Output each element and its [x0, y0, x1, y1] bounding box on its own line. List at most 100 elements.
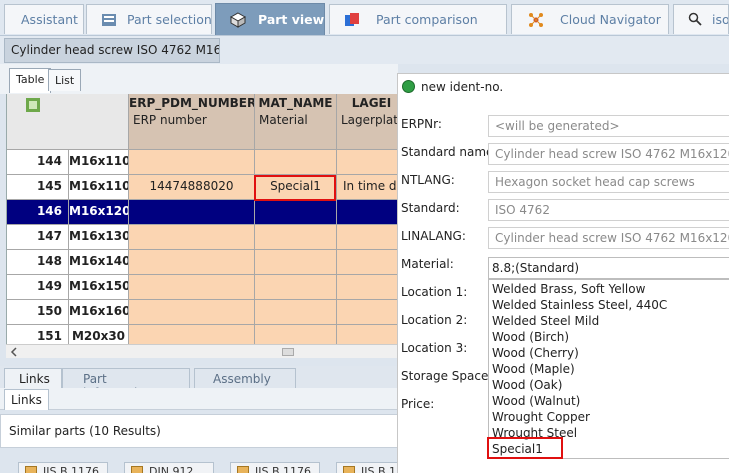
chip-label: DIN 912	[149, 465, 194, 473]
similar-part-chip[interactable]: DIN 912	[124, 462, 214, 473]
field-label: NTLANG:	[401, 173, 455, 187]
cell-material[interactable]	[255, 225, 337, 250]
cell-lagerplatz[interactable]: In time de	[337, 175, 398, 200]
cell-lagerplatz[interactable]	[337, 325, 398, 344]
dropdown-option[interactable]: Wood (Maple)	[492, 362, 575, 376]
search-icon	[688, 12, 704, 28]
cell-lagerplatz[interactable]	[337, 150, 398, 175]
row-size[interactable]: M20x30	[69, 325, 129, 344]
row-number[interactable]: 148	[7, 250, 69, 275]
row-size[interactable]: M16x110	[69, 150, 129, 175]
tab-label: iso	[712, 12, 729, 27]
column-key: MAT_NAME	[258, 96, 333, 110]
field-label: Location 2:	[401, 313, 468, 327]
field-label: Storage Space:	[401, 369, 493, 383]
tab-table-view[interactable]: Table	[9, 68, 52, 93]
highlight-material-cell	[254, 175, 336, 201]
tab-links[interactable]: Links	[4, 368, 62, 388]
cell-material[interactable]	[255, 200, 337, 225]
cell-lagerplatz[interactable]	[337, 275, 398, 300]
cell-lagerplatz[interactable]	[337, 300, 398, 325]
column-description: Material	[259, 113, 308, 127]
field-value-readonly[interactable]: Cylinder head screw ISO 4762 M16x120	[488, 143, 729, 165]
new-ident-title: new ident-no.	[421, 80, 504, 94]
row-number[interactable]: 144	[7, 150, 69, 175]
cell-material[interactable]	[255, 250, 337, 275]
tab-part-view[interactable]: Part view	[215, 3, 325, 35]
dropdown-option[interactable]: Wood (Cherry)	[492, 346, 579, 360]
cell-lagerplatz[interactable]	[337, 250, 398, 275]
field-value-readonly[interactable]: Hexagon socket head cap screws	[488, 171, 729, 193]
dropdown-option[interactable]: Wood (Walnut)	[492, 394, 580, 408]
row-size[interactable]: M16x110	[69, 175, 129, 200]
material-select[interactable]: 8.8;(Standard)	[488, 257, 729, 279]
row-number[interactable]: 145	[7, 175, 69, 200]
cell-lagerplatz[interactable]	[337, 225, 398, 250]
column-header-lagei[interactable]: LAGEI Lagerplatz	[337, 94, 398, 150]
similar-parts-header[interactable]: Similar parts (10 Results)	[0, 414, 398, 448]
dropdown-option[interactable]: Wood (Oak)	[492, 378, 562, 392]
dropdown-option[interactable]: Wrought Copper	[492, 410, 590, 424]
row-size[interactable]: M16x120	[69, 200, 129, 225]
cell-erp-number[interactable]	[129, 325, 255, 344]
field-label: Price:	[401, 397, 435, 411]
cell-material[interactable]	[255, 300, 337, 325]
part-icon	[237, 466, 249, 473]
row-number[interactable]: 151	[7, 325, 69, 344]
cell-erp-number[interactable]	[129, 150, 255, 175]
tab-links-sub[interactable]: Links	[4, 389, 49, 410]
part-view-icon	[229, 12, 247, 28]
row-number[interactable]: 150	[7, 300, 69, 325]
tab-label: Cloud Navigator	[560, 12, 661, 27]
cell-erp-number[interactable]	[129, 300, 255, 325]
row-size[interactable]: M16x150	[69, 275, 129, 300]
tab-label: Part selection	[127, 12, 212, 27]
horizontal-scrollbar[interactable]	[6, 344, 398, 358]
tab-search-iso[interactable]: iso	[673, 4, 729, 34]
row-size[interactable]: M16x140	[69, 250, 129, 275]
column-key: LAGEI	[351, 96, 392, 110]
cell-erp-number[interactable]	[129, 250, 255, 275]
grid-settings-icon[interactable]	[25, 97, 41, 113]
column-header-mat_name[interactable]: MAT_NAME Material	[255, 94, 337, 150]
cell-material[interactable]	[255, 275, 337, 300]
main-tab-bar: Assistant Part selection Part view Part …	[0, 0, 729, 36]
row-number[interactable]: 147	[7, 225, 69, 250]
dropdown-option[interactable]: Welded Stainless Steel, 440C	[492, 298, 667, 312]
tab-part-comparison[interactable]: Part comparison	[329, 4, 507, 34]
chip-label: JIS B 1176	[255, 465, 312, 473]
tab-part-information[interactable]: Part information	[62, 368, 190, 400]
dropdown-option[interactable]: Wood (Birch)	[492, 330, 569, 344]
scroll-left-icon[interactable]	[9, 346, 19, 358]
column-header-erp_pdm_number[interactable]: ERP_PDM_NUMBER ERP number	[129, 94, 255, 150]
cell-material[interactable]	[255, 150, 337, 175]
material-dropdown-list[interactable]: Welded Brass, Soft Yellow Welded Stainles…	[488, 279, 729, 459]
tab-assembly[interactable]: Assembly	[194, 368, 296, 388]
field-value-readonly[interactable]: <will be generated>	[488, 115, 729, 137]
cell-erp-number[interactable]	[129, 275, 255, 300]
row-number[interactable]: 149	[7, 275, 69, 300]
similar-part-chip[interactable]: JIS B 1176	[18, 462, 108, 473]
field-label: Standard name:	[401, 145, 498, 159]
part-icon	[131, 466, 143, 473]
row-size[interactable]: M16x160	[69, 300, 129, 325]
row-number[interactable]: 146	[7, 200, 69, 225]
cell-erp-number[interactable]	[129, 200, 255, 225]
tab-list-view[interactable]: List	[48, 69, 82, 91]
cell-erp-number[interactable]: 14474888020	[129, 175, 255, 200]
tab-assistant[interactable]: Assistant	[4, 4, 84, 34]
similar-part-chip[interactable]: JIS B 1176	[230, 462, 320, 473]
cell-lagerplatz[interactable]	[337, 200, 398, 225]
tab-cloud-navigator[interactable]: Cloud Navigator	[511, 4, 669, 34]
field-label: Location 3:	[401, 341, 468, 355]
dropdown-option[interactable]: Welded Brass, Soft Yellow	[492, 282, 645, 296]
tab-part-selection[interactable]: Part selection	[86, 4, 212, 34]
field-value-readonly[interactable]: Cylinder head screw ISO 4762 M16x120	[488, 227, 729, 249]
cell-erp-number[interactable]	[129, 225, 255, 250]
dropdown-option[interactable]: Welded Steel Mild	[492, 314, 599, 328]
scroll-thumb[interactable]	[282, 348, 294, 356]
field-value-readonly[interactable]: ISO 4762	[488, 199, 729, 221]
part-title[interactable]: Cylinder head screw ISO 4762 M16x120	[4, 38, 220, 63]
row-size[interactable]: M16x130	[69, 225, 129, 250]
cell-material[interactable]	[255, 325, 337, 344]
